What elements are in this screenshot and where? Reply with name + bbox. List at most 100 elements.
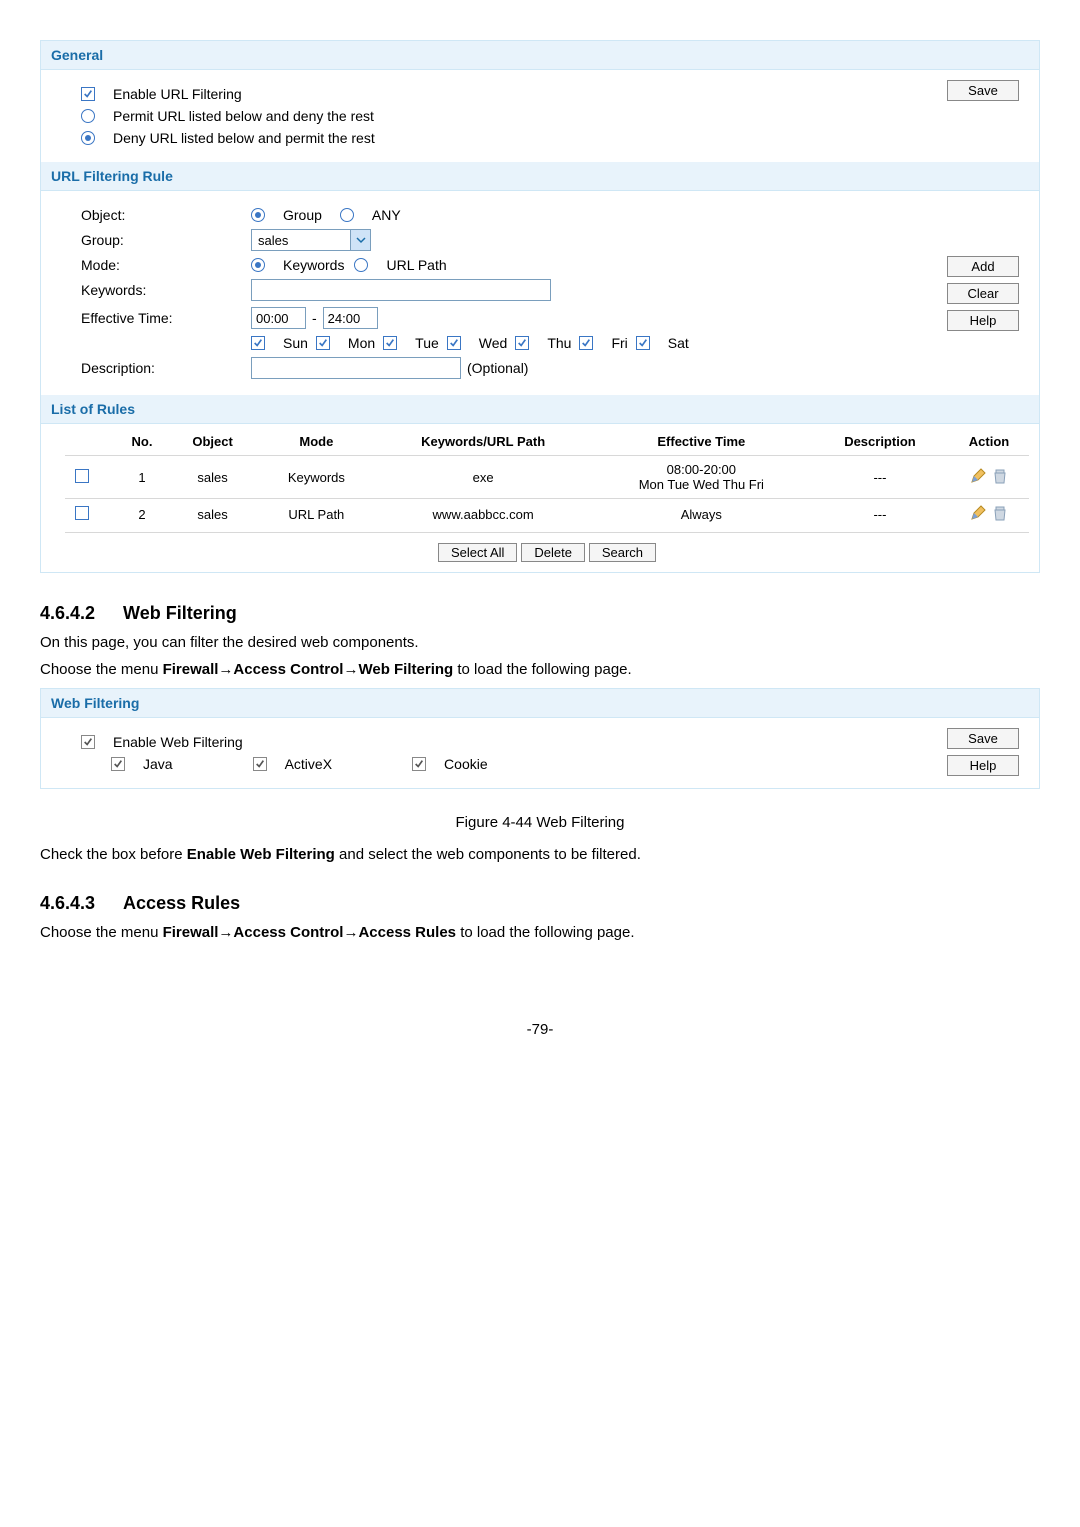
cell-eff: Always bbox=[592, 499, 811, 531]
general-header: General bbox=[41, 41, 1039, 70]
select-all-button[interactable]: Select All bbox=[438, 543, 517, 562]
day-sat-label: Sat bbox=[668, 335, 689, 351]
day-mon-label: Mon bbox=[348, 335, 375, 351]
table-row: 2 sales URL Path www.aabbcc.com Always -… bbox=[65, 499, 1029, 531]
cell-eff: 08:00-20:00 Mon Tue Wed Thu Fri bbox=[592, 456, 811, 499]
web-filtering-header: Web Filtering bbox=[41, 689, 1039, 718]
mode-deny-radio[interactable] bbox=[81, 131, 101, 145]
java-checkbox[interactable] bbox=[111, 757, 131, 771]
rules-table: No. Object Mode Keywords/URL Path Effect… bbox=[65, 428, 1029, 530]
description-input[interactable] bbox=[251, 357, 461, 379]
activex-label: ActiveX bbox=[285, 756, 332, 772]
list-header: List of Rules bbox=[41, 395, 1039, 424]
cell-object: sales bbox=[167, 456, 258, 499]
day-tue-label: Tue bbox=[415, 335, 439, 351]
day-sat-checkbox[interactable] bbox=[636, 336, 656, 350]
day-mon-checkbox[interactable] bbox=[316, 336, 336, 350]
section-4-6-4-2: 4.6.4.2Web Filtering bbox=[40, 603, 1040, 624]
cell-no: 1 bbox=[117, 456, 167, 499]
mode-keywords-radio[interactable] bbox=[251, 258, 271, 272]
effective-time-label: Effective Time: bbox=[81, 310, 251, 326]
day-tue-checkbox[interactable] bbox=[383, 336, 403, 350]
col-eff: Effective Time bbox=[592, 428, 811, 456]
enable-web-filtering-checkbox[interactable] bbox=[81, 735, 101, 749]
section-4-6-4-3: 4.6.4.3Access Rules bbox=[40, 893, 1040, 914]
chevron-down-icon bbox=[350, 230, 370, 250]
search-button[interactable]: Search bbox=[589, 543, 656, 562]
group-select-value: sales bbox=[258, 233, 288, 248]
enable-url-filtering-checkbox[interactable] bbox=[81, 87, 101, 101]
mode-urlpath-text: URL Path bbox=[386, 257, 446, 273]
mode-label: Mode: bbox=[81, 257, 251, 273]
object-any-text: ANY bbox=[372, 207, 401, 223]
day-wed-label: Wed bbox=[479, 335, 508, 351]
page-number: -79- bbox=[40, 1021, 1040, 1038]
web-filtering-body: Enable Web Filtering Java ActiveX Cookie… bbox=[41, 718, 1039, 788]
object-any-radio[interactable] bbox=[340, 208, 360, 222]
cell-no: 2 bbox=[117, 499, 167, 531]
day-thu-label: Thu bbox=[547, 335, 571, 351]
day-thu-checkbox[interactable] bbox=[515, 336, 535, 350]
day-fri-label: Fri bbox=[611, 335, 627, 351]
rule-body: Object: Group ANY Group: sales Mode: Key… bbox=[41, 191, 1039, 395]
keywords-input[interactable] bbox=[251, 279, 551, 301]
paragraph: On this page, you can filter the desired… bbox=[40, 634, 1040, 651]
mode-deny-label: Deny URL listed below and permit the res… bbox=[113, 130, 375, 146]
save-button[interactable]: Save bbox=[947, 80, 1019, 101]
day-sun-label: Sun bbox=[283, 335, 308, 351]
row-select-checkbox[interactable] bbox=[75, 506, 95, 520]
group-select[interactable]: sales bbox=[251, 229, 371, 251]
object-label: Object: bbox=[81, 207, 251, 223]
mode-permit-radio[interactable] bbox=[81, 109, 101, 123]
delete-icon[interactable] bbox=[992, 468, 1008, 487]
cell-kw: www.aabbcc.com bbox=[375, 499, 592, 531]
edit-icon[interactable] bbox=[970, 468, 986, 487]
effective-time-to[interactable] bbox=[323, 307, 378, 329]
web-filtering-panel: Web Filtering Enable Web Filtering Java … bbox=[40, 688, 1040, 789]
day-sun-checkbox[interactable] bbox=[251, 336, 271, 350]
col-desc: Description bbox=[811, 428, 949, 456]
description-hint: (Optional) bbox=[467, 360, 528, 376]
table-row: 1 sales Keywords exe 08:00-20:00 Mon Tue… bbox=[65, 456, 1029, 499]
day-fri-checkbox[interactable] bbox=[579, 336, 599, 350]
save-button[interactable]: Save bbox=[947, 728, 1019, 749]
col-action: Action bbox=[949, 428, 1029, 456]
help-button[interactable]: Help bbox=[947, 755, 1019, 776]
cell-mode: URL Path bbox=[258, 499, 374, 531]
rule-header: URL Filtering Rule bbox=[41, 162, 1039, 191]
cell-desc: --- bbox=[811, 456, 949, 499]
delete-icon[interactable] bbox=[992, 505, 1008, 524]
col-kw: Keywords/URL Path bbox=[375, 428, 592, 456]
general-body: Enable URL Filtering Permit URL listed b… bbox=[41, 70, 1039, 162]
cookie-label: Cookie bbox=[444, 756, 488, 772]
mode-urlpath-radio[interactable] bbox=[354, 258, 374, 272]
group-label: Group: bbox=[81, 232, 251, 248]
description-label: Description: bbox=[81, 360, 251, 376]
paragraph: Choose the menu Firewall→Access Control→… bbox=[40, 924, 1040, 941]
java-label: Java bbox=[143, 756, 173, 772]
cookie-checkbox[interactable] bbox=[412, 757, 432, 771]
enable-web-filtering-label: Enable Web Filtering bbox=[113, 734, 243, 750]
day-wed-checkbox[interactable] bbox=[447, 336, 467, 350]
cell-object: sales bbox=[167, 499, 258, 531]
cell-desc: --- bbox=[811, 499, 949, 531]
figure-caption: Figure 4-44 Web Filtering bbox=[40, 814, 1040, 831]
clear-button[interactable]: Clear bbox=[947, 283, 1019, 304]
mode-permit-label: Permit URL listed below and deny the res… bbox=[113, 108, 374, 124]
col-mode: Mode bbox=[258, 428, 374, 456]
object-group-text: Group bbox=[283, 207, 322, 223]
mode-keywords-text: Keywords bbox=[283, 257, 344, 273]
effective-time-from[interactable] bbox=[251, 307, 306, 329]
keywords-label: Keywords: bbox=[81, 282, 251, 298]
delete-button[interactable]: Delete bbox=[521, 543, 585, 562]
edit-icon[interactable] bbox=[970, 505, 986, 524]
row-select-checkbox[interactable] bbox=[75, 469, 95, 483]
col-object: Object bbox=[167, 428, 258, 456]
add-button[interactable]: Add bbox=[947, 256, 1019, 277]
cell-mode: Keywords bbox=[258, 456, 374, 499]
help-button[interactable]: Help bbox=[947, 310, 1019, 331]
enable-url-filtering-label: Enable URL Filtering bbox=[113, 86, 242, 102]
paragraph: Choose the menu Firewall→Access Control→… bbox=[40, 661, 1040, 678]
object-group-radio[interactable] bbox=[251, 208, 271, 222]
activex-checkbox[interactable] bbox=[253, 757, 273, 771]
